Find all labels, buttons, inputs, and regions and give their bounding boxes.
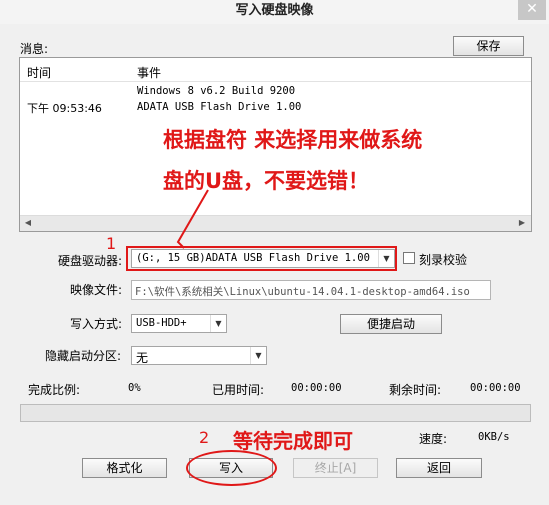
- remaining-label: 剩余时间:: [389, 383, 442, 397]
- scroll-right-icon[interactable]: ▶: [515, 216, 529, 230]
- image-file-field[interactable]: F:\软件\系统相关\Linux\ubuntu-14.04.1-desktop-…: [131, 280, 491, 300]
- messages-label: 消息:: [20, 42, 49, 56]
- write-method-label: 写入方式:: [70, 317, 123, 331]
- speed-value: 0KB/s: [478, 431, 510, 443]
- hidden-partition-label: 隐藏启动分区:: [45, 349, 122, 363]
- list-item-time: 下午 09:53:46: [27, 102, 102, 115]
- list-item-event: ADATA USB Flash Drive 1.00: [137, 101, 302, 113]
- elapsed-value: 00:00:00: [291, 382, 342, 394]
- quick-boot-button[interactable]: 便捷启动: [340, 314, 442, 334]
- verify-checkbox-label[interactable]: 刻录校验: [419, 251, 467, 268]
- annotation-arrow-line: [176, 189, 209, 249]
- header-divider: [20, 81, 531, 82]
- hidden-partition-select[interactable]: 无 ▼: [131, 346, 267, 365]
- save-button[interactable]: 保存: [453, 36, 524, 56]
- back-button[interactable]: 返回: [396, 458, 482, 478]
- annotation-marker-2: 2: [199, 428, 210, 447]
- elapsed-label: 已用时间:: [212, 383, 265, 397]
- stop-button: 终止[A]: [293, 458, 378, 478]
- column-header-time[interactable]: 时间: [27, 64, 51, 81]
- annotation-circle: [186, 450, 277, 486]
- write-method-value: USB-HDD+: [136, 317, 187, 329]
- write-method-select[interactable]: USB-HDD+ ▼: [131, 314, 227, 333]
- remaining-value: 00:00:00: [470, 382, 521, 394]
- format-button[interactable]: 格式化: [82, 458, 167, 478]
- image-file-value: F:\软件\系统相关\Linux\ubuntu-14.04.1-desktop-…: [135, 286, 470, 298]
- image-file-label: 映像文件:: [70, 283, 123, 297]
- close-button[interactable]: ✕: [518, 0, 546, 20]
- annotation-wait-note: 等待完成即可: [233, 429, 353, 453]
- window-title: 写入硬盘映像: [235, 3, 314, 18]
- drive-label: 硬盘驱动器:: [58, 254, 123, 268]
- horizontal-scrollbar[interactable]: [20, 215, 531, 231]
- column-header-event[interactable]: 事件: [137, 64, 161, 81]
- progress-bar: [20, 404, 531, 422]
- chevron-down-icon[interactable]: ▼: [210, 315, 226, 332]
- chevron-down-icon[interactable]: ▼: [250, 347, 266, 364]
- verify-checkbox[interactable]: [403, 252, 415, 264]
- annotation-note-line1: 根据盘符 来选择用来做系统: [163, 128, 423, 152]
- annotation-marker-1: 1: [106, 234, 117, 253]
- speed-label: 速度:: [419, 432, 448, 446]
- hidden-partition-value: 无: [136, 351, 149, 365]
- scroll-left-icon[interactable]: ◀: [21, 216, 35, 230]
- list-item-event: Windows 8 v6.2 Build 9200: [137, 85, 296, 97]
- ratio-label: 完成比例:: [28, 383, 81, 397]
- ratio-value: 0%: [128, 382, 141, 394]
- annotation-highlight-box: [126, 246, 397, 271]
